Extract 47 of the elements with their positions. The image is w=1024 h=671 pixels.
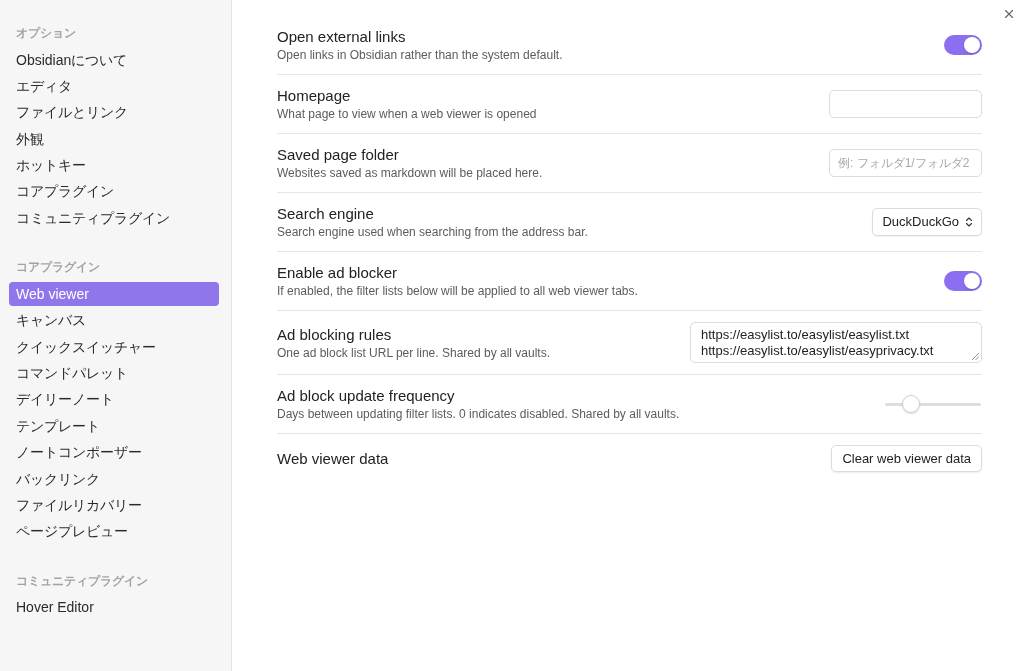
setting-description: If enabled, the filter lists below will be applied to all web viewer tabs. <box>277 283 639 299</box>
section-heading: オプション <box>15 25 77 41</box>
text-field[interactable] <box>829 90 982 118</box>
setting-title: Search engine <box>277 204 375 223</box>
sidebar-item[interactable]: コミュニティプラグイン <box>9 206 219 231</box>
rules-textarea[interactable]: https://easylist.to/easylist/easylist.txt https://easylist.to/easylist/easyprivacy.txt <box>690 322 982 363</box>
setting-description: Search engine used when searching from the address bar. <box>277 224 589 240</box>
sidebar-item[interactable]: バックリンク <box>9 467 219 492</box>
sidebar-item[interactable]: ページプレビュー <box>9 519 219 544</box>
setting-title: Web viewer data <box>277 449 390 468</box>
setting-title: Homepage <box>277 86 352 105</box>
sidebar-item[interactable]: クイックスイッチャー <box>9 335 219 360</box>
sidebar-item[interactable]: Obsidianについて <box>9 48 219 72</box>
sidebar-item[interactable]: Hover Editor <box>9 595 219 620</box>
close-icon <box>1002 7 1016 21</box>
setting-title: Ad block update frequency <box>277 386 456 405</box>
sidebar-item[interactable]: Web viewer <box>9 282 219 307</box>
resize-handle-icon[interactable] <box>972 353 979 360</box>
dropdown[interactable]: DuckDuckGo <box>872 208 982 236</box>
setting-description: Days between updating filter lists. 0 indicates disabled. Shared by all vaults. <box>277 406 681 422</box>
setting-description: Websites saved as markdown will be placed here. <box>277 165 544 181</box>
sidebar-item[interactable]: ファイルリカバリー <box>9 493 219 518</box>
sidebar-item[interactable]: ノートコンポーザー <box>9 440 219 465</box>
toggle-switch[interactable] <box>944 271 982 291</box>
setting-title: Open external links <box>277 27 407 46</box>
sidebar-item[interactable]: ホットキー <box>9 153 219 178</box>
slider-track[interactable] <box>885 394 981 414</box>
section-heading: コアプラグイン <box>15 259 101 276</box>
sidebar-item[interactable]: エディタ <box>9 74 219 99</box>
setting-description: One ad block list URL per line. Shared by all vaults. <box>277 344 552 361</box>
clear-data-button[interactable]: Clear web viewer data <box>831 445 982 472</box>
sidebar-item[interactable]: コマンドパレット <box>9 361 219 386</box>
setting-description: What page to view when a web viewer is opened <box>277 106 538 122</box>
setting-title: Saved page folder <box>277 145 400 164</box>
sidebar-item[interactable]: コアプラグイン <box>9 179 219 204</box>
sidebar-item[interactable]: テンプレート <box>9 414 219 439</box>
sidebar-item[interactable]: ファイルとリンク <box>9 100 219 125</box>
setting-description: Open links in Obsidian rather than the system default. <box>277 47 564 63</box>
section-heading: コミュニティプラグイン <box>15 572 149 589</box>
setting-title: Ad blocking rules <box>277 324 393 344</box>
toggle-switch[interactable] <box>944 35 982 55</box>
chevron-up-down-icon <box>963 216 975 228</box>
sidebar-item[interactable]: 外観 <box>9 127 219 152</box>
setting-title: Enable ad blocker <box>277 263 399 282</box>
slider-thumb[interactable] <box>902 395 921 413</box>
sidebar-item[interactable]: キャンバス <box>9 308 219 333</box>
sidebar-item[interactable]: デイリーノート <box>9 387 219 412</box>
